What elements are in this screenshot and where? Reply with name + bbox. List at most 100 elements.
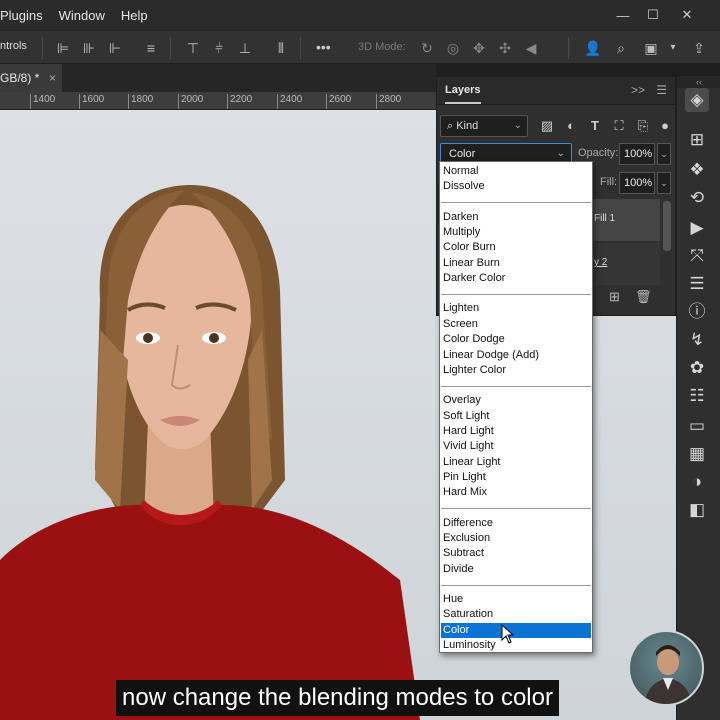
blend-mode-option[interactable]: Hard Light bbox=[441, 424, 591, 439]
ruler-label: 2000 bbox=[178, 94, 203, 109]
blend-mode-option[interactable]: Exclusion bbox=[441, 531, 591, 546]
blend-mode-dropdown: Normal Dissolve Darken Multiply Color Burn Li… bbox=[439, 161, 593, 653]
blend-mode-option[interactable]: Overlay bbox=[441, 393, 591, 408]
blend-mode-option[interactable]: Multiply bbox=[441, 225, 591, 240]
blend-mode-option[interactable]: Soft Light bbox=[441, 409, 591, 424]
share-icon[interactable]: ⇪ bbox=[690, 39, 708, 57]
collapse-panel-icon[interactable]: >> bbox=[631, 83, 645, 97]
paths-icon[interactable]: ⤧ bbox=[685, 244, 709, 268]
opacity-label: Opacity: bbox=[578, 147, 619, 159]
ruler-label: 2400 bbox=[277, 94, 302, 109]
divider bbox=[170, 37, 171, 59]
3d-orbit-icon[interactable]: ↻ bbox=[418, 39, 436, 57]
blend-mode-option[interactable]: Dissolve bbox=[441, 179, 591, 194]
workspace-icon[interactable]: ▣ bbox=[642, 39, 660, 57]
horizontal-ruler[interactable]: 1400 1600 1800 2000 2200 2400 2600 2800 bbox=[0, 92, 436, 110]
distribute-icon[interactable]: ≡ bbox=[142, 39, 160, 57]
blend-mode-option[interactable]: Pin Light bbox=[441, 470, 591, 485]
blend-mode-option[interactable]: Linear Burn bbox=[441, 256, 591, 271]
close-icon[interactable]: ✕ bbox=[670, 0, 704, 30]
adjustments-icon[interactable]: ☰ bbox=[685, 272, 709, 296]
styles-icon[interactable]: ◧ bbox=[685, 498, 709, 522]
fill-input[interactable]: 100% bbox=[619, 172, 655, 194]
align-top-icon[interactable]: ⊤ bbox=[184, 39, 202, 57]
layers-icon[interactable]: ◈ bbox=[685, 88, 709, 112]
maximize-icon[interactable]: ☐ bbox=[636, 0, 670, 30]
blend-mode-option[interactable]: Lighter Color bbox=[441, 363, 591, 378]
blend-mode-option[interactable]: Color Burn bbox=[441, 240, 591, 255]
blend-mode-option[interactable]: Hue bbox=[441, 592, 591, 607]
blend-mode-option[interactable]: Subtract bbox=[441, 546, 591, 561]
align-center-icon[interactable]: ⊪ bbox=[80, 39, 98, 57]
menu-window[interactable]: Window bbox=[51, 8, 113, 23]
layer-row[interactable]: Fill 1 bbox=[592, 199, 660, 241]
document-tab-title: GB/8) * bbox=[0, 71, 40, 85]
filter-pixel-icon[interactable]: ▨ bbox=[538, 117, 556, 135]
minimize-icon[interactable]: — bbox=[606, 0, 640, 30]
channels-icon[interactable]: ◑ bbox=[685, 470, 709, 494]
search-icon: ⌕ bbox=[447, 120, 457, 132]
chevron-down-icon[interactable]: ⌄ bbox=[657, 143, 671, 165]
layer-name: Fill 1 bbox=[594, 213, 616, 224]
blend-mode-option[interactable]: Divide bbox=[441, 562, 591, 577]
blend-mode-option[interactable]: Linear Dodge (Add) bbox=[441, 348, 591, 363]
filter-shape-icon[interactable]: ⛶ bbox=[610, 117, 628, 135]
filter-toggle-icon[interactable]: ● bbox=[656, 117, 674, 135]
3d-icon[interactable]: ❖ bbox=[685, 158, 709, 182]
3d-pan-icon[interactable]: ✥ bbox=[470, 39, 488, 57]
blend-mode-option[interactable]: Lighten bbox=[441, 301, 591, 316]
table-icon[interactable]: ⊞ bbox=[685, 128, 709, 152]
blend-mode-option[interactable]: Screen bbox=[441, 317, 591, 332]
delete-layer-icon[interactable]: 🗑 bbox=[635, 289, 652, 305]
new-layer-icon[interactable]: ⊞ bbox=[609, 289, 620, 305]
layers-scrollbar[interactable] bbox=[663, 201, 671, 251]
filter-adjustment-icon[interactable]: ◐ bbox=[562, 117, 580, 135]
blend-mode-option[interactable]: Darker Color bbox=[441, 271, 591, 286]
kind-filter-label: Kind bbox=[456, 120, 479, 132]
blend-mode-option[interactable]: Color Dodge bbox=[441, 332, 591, 347]
brush-settings-icon[interactable]: ↯ bbox=[685, 328, 709, 352]
search-icon[interactable]: ⌕ bbox=[612, 39, 630, 57]
opacity-input[interactable]: 100% bbox=[619, 143, 655, 165]
kind-filter-select[interactable]: ⌕ Kind ⌄ bbox=[440, 115, 528, 137]
align-bottom-icon[interactable]: ⊥ bbox=[236, 39, 254, 57]
menu-help[interactable]: Help bbox=[113, 8, 156, 23]
layer-row[interactable]: y 2 bbox=[592, 243, 660, 285]
3d-scale-icon[interactable]: ◀ bbox=[522, 39, 540, 57]
blend-mode-option[interactable]: Color bbox=[441, 622, 591, 638]
gradients-icon[interactable]: ▭ bbox=[685, 414, 709, 438]
align-right-icon[interactable]: ⊩ bbox=[106, 39, 124, 57]
swatches-icon[interactable]: ✿ bbox=[685, 356, 709, 380]
properties-icon[interactable]: ☷ bbox=[685, 384, 709, 408]
play-icon[interactable]: ▶ bbox=[685, 216, 709, 240]
3d-roll-icon[interactable]: ◎ bbox=[444, 39, 462, 57]
align-left-icon[interactable]: ⊫ bbox=[54, 39, 72, 57]
chevron-down-icon[interactable]: ⌄ bbox=[657, 172, 671, 194]
blend-mode-option[interactable]: Darken bbox=[441, 210, 591, 225]
blend-mode-option[interactable]: Difference bbox=[441, 516, 591, 531]
info-icon[interactable]: ⓘ bbox=[685, 300, 709, 324]
collapse-dock-icon[interactable]: ‹‹ bbox=[677, 76, 720, 88]
panel-menu-icon[interactable]: ☰ bbox=[656, 83, 667, 97]
filter-type-icon[interactable]: T bbox=[586, 117, 604, 135]
menu-plugins[interactable]: Plugins bbox=[0, 8, 51, 23]
more-options-button[interactable]: ••• bbox=[316, 39, 331, 55]
document-tab[interactable]: GB/8) * × bbox=[0, 64, 62, 92]
share-user-icon[interactable]: 👤 bbox=[584, 39, 602, 57]
distribute-vertical-icon[interactable]: ⫴ bbox=[272, 39, 290, 57]
blend-mode-option[interactable]: Linear Light bbox=[441, 455, 591, 470]
close-tab-icon[interactable]: × bbox=[49, 64, 56, 92]
blend-mode-option[interactable]: Hard Mix bbox=[441, 485, 591, 500]
blend-mode-option[interactable]: Vivid Light bbox=[441, 439, 591, 454]
blend-mode-option[interactable]: Normal bbox=[441, 164, 591, 179]
layers-panel-title[interactable]: Layers bbox=[445, 84, 482, 104]
align-middle-icon[interactable]: ⫩ bbox=[210, 39, 228, 57]
3d-slide-icon[interactable]: ✣ bbox=[496, 39, 514, 57]
filter-smart-object-icon[interactable]: ⎘ bbox=[634, 117, 652, 135]
chevron-down-icon[interactable]: ▾ bbox=[664, 39, 682, 57]
patterns-icon[interactable]: ▦ bbox=[685, 442, 709, 466]
blend-mode-option[interactable]: Saturation bbox=[441, 607, 591, 622]
blend-mode-option[interactable]: Luminosity bbox=[441, 638, 591, 653]
history-icon[interactable]: ⟲ bbox=[685, 186, 709, 210]
options-bar: ntrols ⊫ ⊪ ⊩ ≡ ⊤ ⫩ ⊥ ⫴ ••• 3D Mode: ↻ ◎ … bbox=[0, 30, 720, 64]
